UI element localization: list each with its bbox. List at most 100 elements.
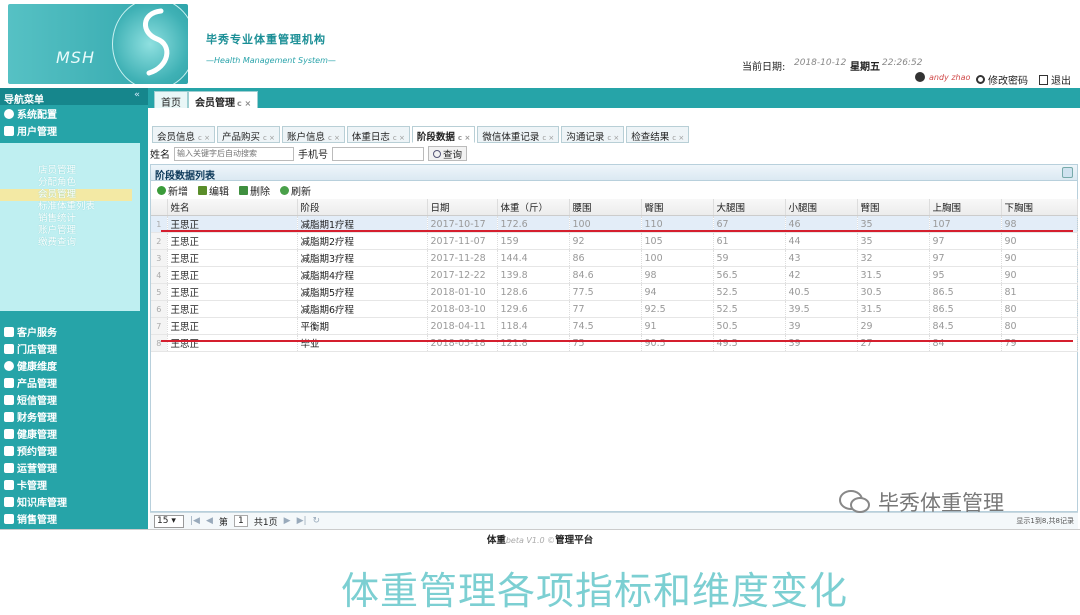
book-icon xyxy=(4,496,14,507)
tab-home[interactable]: 首页 xyxy=(154,91,188,109)
nav-group[interactable]: 客户服务 xyxy=(0,323,148,340)
tab-member-management[interactable]: 会员管理 c × xyxy=(188,91,259,109)
close-icon[interactable]: c × xyxy=(328,134,340,142)
nav-group[interactable]: 预约管理 xyxy=(0,442,148,459)
page-number-input[interactable]: 1 xyxy=(233,515,248,527)
refresh-button[interactable]: 刷新 xyxy=(280,183,311,198)
nav-sub-item[interactable]: 店员管理 xyxy=(0,165,140,177)
nav-sub-item[interactable]: 缴费查询 xyxy=(0,237,140,249)
subtab[interactable]: 产品购买 c × xyxy=(216,126,280,143)
table-row[interactable]: 2 王思正 减脂期2疗程 2017-11-07 159 92 105 61 44 35 97 90 xyxy=(151,232,1078,250)
subtab[interactable]: 账户信息 c × xyxy=(281,126,345,143)
next-page-icon[interactable]: ▶ xyxy=(284,516,291,526)
nav-group[interactable]: 用户管理 xyxy=(0,122,148,139)
table-cell: 50.5 xyxy=(713,317,786,335)
table-row[interactable]: 3 王思正 减脂期3疗程 2017-11-28 144.4 86 100 59 43 32 97 90 xyxy=(151,249,1078,267)
table-cell: 44 xyxy=(785,232,858,250)
logo-s-icon xyxy=(143,8,170,76)
table-row[interactable]: 4 王思正 减脂期4疗程 2017-12-22 139.8 84.6 98 56.5 42 31.… xyxy=(151,266,1078,284)
subtab-active[interactable]: 阶段数据 c × xyxy=(411,126,476,143)
refresh-label: 刷新 xyxy=(291,186,311,198)
first-page-icon[interactable]: |◀ xyxy=(190,516,200,526)
logo: MSH xyxy=(8,4,188,84)
subtab[interactable]: 微信体重记录 c × xyxy=(477,126,560,143)
nav-group[interactable]: 销售管理 xyxy=(0,510,148,527)
column-header[interactable]: 姓名 xyxy=(167,199,298,216)
close-icon[interactable]: c × xyxy=(237,99,251,108)
table-cell: 97 xyxy=(929,232,1002,250)
table-cell: 86.5 xyxy=(929,283,1002,301)
edit-button[interactable]: 编辑 xyxy=(198,183,229,198)
column-header[interactable]: 日期 xyxy=(427,199,498,216)
nav-group[interactable]: 卡管理 xyxy=(0,476,148,493)
collapse-icon[interactable]: « xyxy=(134,90,140,100)
close-icon[interactable]: c × xyxy=(198,134,210,142)
column-header[interactable]: 上胸围 xyxy=(929,199,1002,216)
user-info[interactable]: andy zhao xyxy=(915,72,970,82)
table-row[interactable]: 7 王思正 平衡期 2018-04-11 118.4 74.5 91 50.5 39 29 84.5… xyxy=(151,317,1078,335)
table-cell: 52.5 xyxy=(713,300,786,318)
nav-group[interactable]: 运营管理 xyxy=(0,459,148,476)
nav-sub-item-active[interactable]: 会员管理 xyxy=(0,189,132,201)
column-header[interactable]: 下胸围 xyxy=(1001,199,1078,216)
delete-button[interactable]: 删除 xyxy=(239,183,270,198)
last-page-icon[interactable]: ▶| xyxy=(297,516,307,526)
nav-menu-title: 导航菜单 « xyxy=(0,88,148,106)
change-password-link[interactable]: 修改密码 xyxy=(976,72,1028,87)
subtab[interactable]: 体重日志 c × xyxy=(346,126,410,143)
key-icon xyxy=(976,75,985,84)
nav-group[interactable]: 知识库管理 xyxy=(0,493,148,510)
column-header[interactable]: 小腿围 xyxy=(785,199,858,216)
close-icon[interactable]: c × xyxy=(607,134,619,142)
nav-sub-item[interactable]: 标准体重列表 xyxy=(0,201,140,213)
reload-icon[interactable]: ↻ xyxy=(313,516,321,526)
table-cell: 王思正 xyxy=(167,232,298,250)
nav-group[interactable]: 门店管理 xyxy=(0,340,148,357)
table-cell: 77.5 xyxy=(569,283,642,301)
table-cell: 2017-11-07 xyxy=(427,232,498,250)
nav-sub-item[interactable]: 账户管理 xyxy=(0,225,140,237)
table-cell: 84 xyxy=(929,334,1002,352)
search-button[interactable]: 查询 xyxy=(428,146,468,161)
close-icon[interactable]: c × xyxy=(393,134,405,142)
nav-group[interactable]: 健康管理 xyxy=(0,425,148,442)
subtab[interactable]: 会员信息 c × xyxy=(152,126,215,143)
table-cell: 92.5 xyxy=(641,300,714,318)
column-header[interactable]: 阶段 xyxy=(297,199,428,216)
phone-input[interactable] xyxy=(332,146,424,161)
column-header[interactable]: 大腿围 xyxy=(713,199,786,216)
table-row[interactable]: 5 王思正 减脂期5疗程 2018-01-10 128.6 77.5 94 52.5 40.5 3… xyxy=(151,283,1078,301)
close-icon[interactable]: c × xyxy=(458,134,470,142)
table-cell: 平衡期 xyxy=(297,317,428,335)
nav-group[interactable]: 健康维度 xyxy=(0,357,148,374)
column-header[interactable]: 臀围 xyxy=(641,199,714,216)
table-cell: 84.5 xyxy=(929,317,1002,335)
nav-group[interactable]: 系统配置 xyxy=(0,105,148,122)
nav-sub-item[interactable]: 分配角色 xyxy=(0,177,140,189)
footer-version: beta V1.0 © xyxy=(505,536,556,545)
nav-group[interactable]: 短信管理 xyxy=(0,391,148,408)
prev-page-icon[interactable]: ◀ xyxy=(206,516,213,526)
table-row[interactable]: 8 王思正 毕业 2018-05-18 121.8 75 90.5 49.5 39 27 84 79 xyxy=(151,334,1078,352)
page-size-select[interactable]: 15 ▾ xyxy=(154,514,184,528)
column-header[interactable]: 腰围 xyxy=(569,199,642,216)
collapse-panel-icon[interactable] xyxy=(1062,167,1073,178)
close-icon[interactable]: c × xyxy=(672,134,684,142)
close-icon[interactable]: c × xyxy=(263,134,275,142)
table-cell: 94 xyxy=(641,283,714,301)
table-row[interactable]: 6 王思正 减脂期6疗程 2018-03-10 129.6 77 92.5 52.5 39.5 3… xyxy=(151,300,1078,318)
subtab[interactable]: 检查结果 c × xyxy=(626,126,690,143)
nav-group[interactable]: 产品管理 xyxy=(0,374,148,391)
table-cell: 129.6 xyxy=(497,300,570,318)
nav-group[interactable]: 财务管理 xyxy=(0,408,148,425)
row-number: 6 xyxy=(151,300,168,318)
name-search-input[interactable] xyxy=(174,146,294,161)
subtab[interactable]: 沟通记录 c × xyxy=(561,126,625,143)
column-header[interactable]: 体重（斤） xyxy=(497,199,570,216)
nav-sub-item[interactable]: 销售统计 xyxy=(0,213,140,225)
logout-link[interactable]: 退出 xyxy=(1039,72,1071,87)
page-suffix: 共1页 xyxy=(253,517,278,528)
column-header[interactable]: 臂围 xyxy=(857,199,930,216)
close-icon[interactable]: c × xyxy=(542,134,554,142)
add-button[interactable]: 新增 xyxy=(157,183,188,198)
